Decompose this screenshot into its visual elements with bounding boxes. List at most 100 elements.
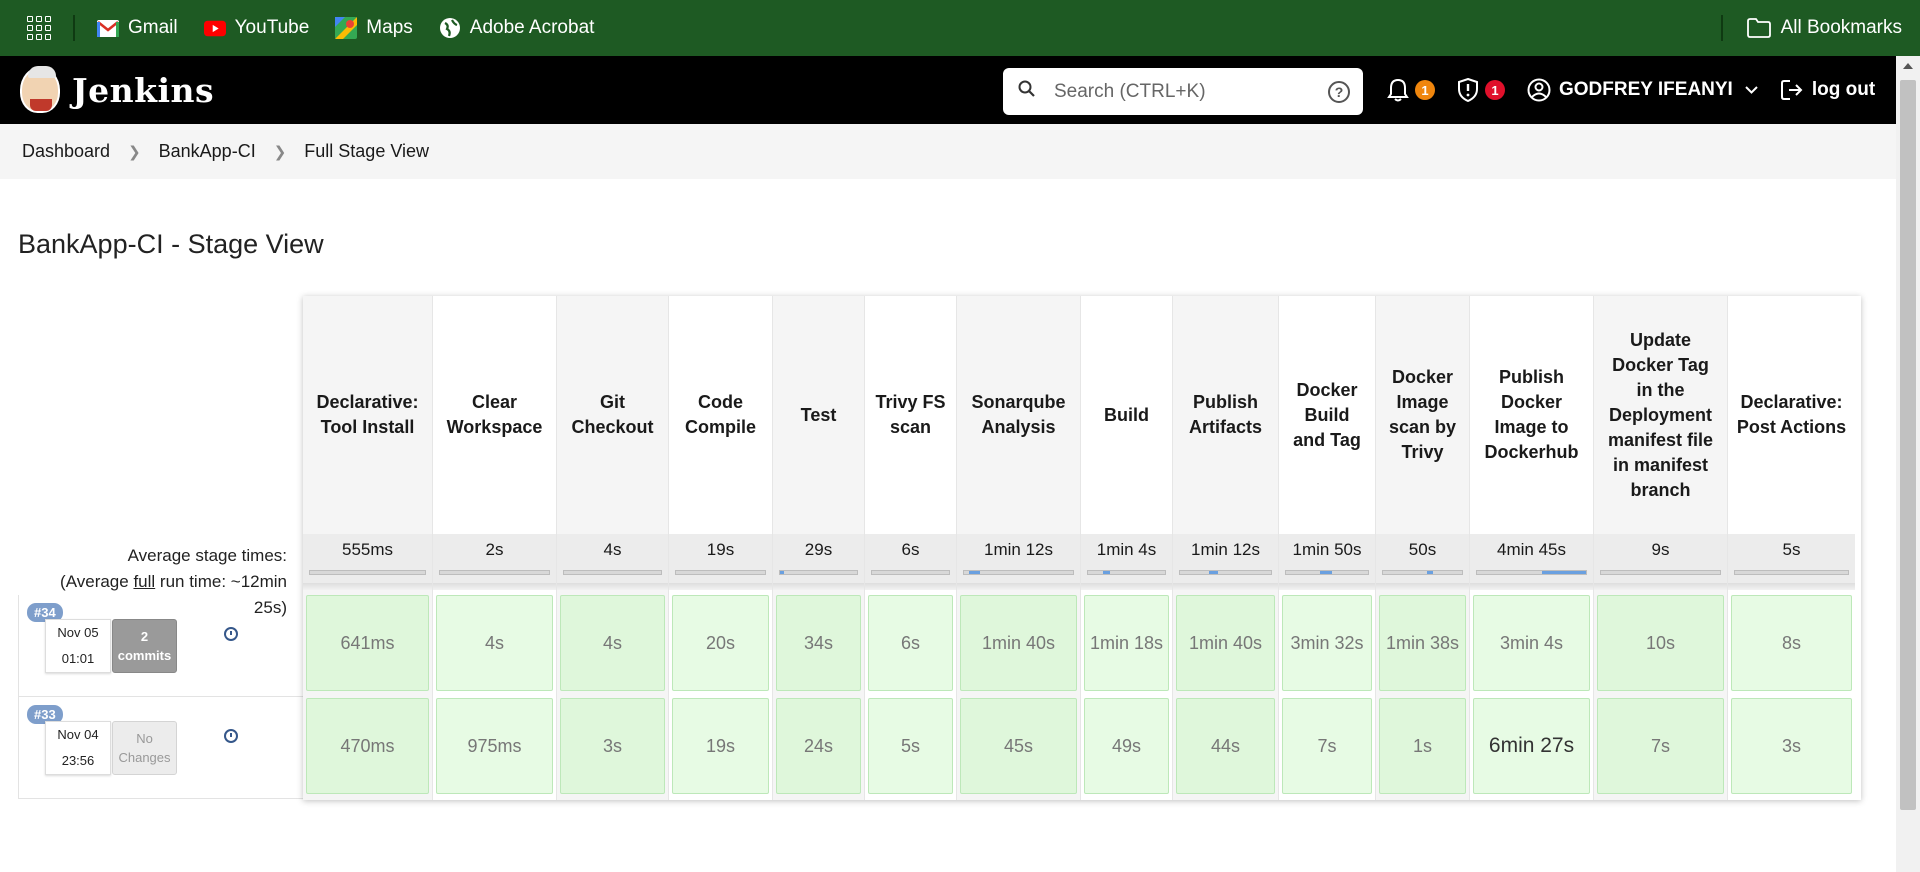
stage-average-separator (1173, 583, 1278, 590)
stage-header: Test (773, 296, 864, 534)
stage-cell[interactable]: 45s (960, 698, 1077, 794)
stage-cell[interactable]: 1s (1379, 698, 1466, 794)
breadcrumb-current[interactable]: Full Stage View (304, 141, 429, 162)
security-count-badge: 1 (1485, 80, 1505, 100)
stage-average-time: 555ms (303, 534, 432, 590)
stage-cell[interactable]: 34s (776, 595, 861, 691)
stage-average-bar (1179, 570, 1272, 575)
avg-label-line1: Average stage times: (127, 546, 287, 565)
avg-label-post: run time: ~12min (155, 572, 287, 591)
stage-cell[interactable]: 24s (776, 698, 861, 794)
page-scrollbar[interactable] (1896, 56, 1920, 872)
stage-average-separator (669, 583, 772, 590)
avg-label-pre: (Average (60, 572, 134, 591)
breadcrumb-dashboard[interactable]: Dashboard (22, 141, 110, 162)
stage-average-value: 1min 12s (984, 540, 1053, 559)
logout-icon (1780, 78, 1804, 102)
jenkins-butler-icon (20, 66, 60, 113)
stage-average-bar (309, 570, 426, 575)
stage-average-separator (1470, 583, 1593, 590)
changes-button[interactable]: 2 commits (112, 619, 177, 673)
stage-average-value: 9s (1651, 540, 1670, 559)
stage-header: Git Checkout (557, 296, 668, 534)
stage-cell[interactable]: 1min 40s (960, 595, 1077, 691)
full-run-link[interactable]: full (133, 572, 155, 591)
stage-column: Test 29s 34s 24s (773, 296, 865, 800)
stage-cell[interactable]: 3s (1731, 698, 1852, 794)
stage-column: Sonarqube Analysis 1min 12s 1min 40s 45s (957, 296, 1081, 800)
stage-average-bar (1734, 570, 1849, 575)
security-button[interactable]: 1 (1457, 78, 1505, 102)
bookmarks-divider (1720, 15, 1723, 41)
stage-average-value: 4min 45s (1497, 540, 1566, 559)
stage-column: Code Compile 19s 20s 19s (669, 296, 773, 800)
build-status-icon[interactable] (224, 627, 238, 641)
build-status-icon[interactable] (224, 729, 238, 743)
stage-header: Code Compile (669, 296, 772, 534)
breadcrumb-job[interactable]: BankApp-CI (159, 141, 256, 162)
bookmark-label: Adobe Acrobat (469, 17, 595, 38)
stage-cell[interactable]: 1min 38s (1379, 595, 1466, 691)
stage-average-bar-fill (1103, 571, 1110, 574)
changes-line1: 2 (140, 629, 149, 644)
stage-cell[interactable]: 1min 18s (1084, 595, 1169, 691)
stage-cell[interactable]: 3min 4s (1473, 595, 1590, 691)
notifications-button[interactable]: 1 (1387, 78, 1435, 102)
stage-average-value: 1min 4s (1096, 540, 1157, 559)
stage-average-time: 2s (433, 534, 556, 590)
search-box[interactable]: Search (CTRL+K) ? (1003, 68, 1363, 115)
stage-column: Declarative: Tool Install 555ms 641ms 470ms (303, 296, 433, 800)
stage-average-time: 1min 12s (957, 534, 1080, 590)
stage-cell[interactable]: 6s (868, 595, 953, 691)
all-bookmarks[interactable]: All Bookmarks (1720, 15, 1902, 41)
scroll-up-arrow-icon[interactable] (1903, 63, 1913, 69)
build-date-day: Nov 05 (57, 625, 99, 640)
changes-button[interactable]: No Changes (112, 721, 177, 775)
help-icon[interactable]: ? (1328, 80, 1350, 103)
stage-cell[interactable]: 20s (672, 595, 769, 691)
stage-cell[interactable]: 1min 40s (1176, 595, 1275, 691)
stage-cell[interactable]: 44s (1176, 698, 1275, 794)
stage-view-table: Declarative: Tool Install 555ms 641ms 470ms… (303, 296, 1861, 800)
user-name: GODFREY IFEANYI (1559, 79, 1733, 100)
shield-icon (1457, 78, 1479, 102)
stage-cell[interactable]: 7s (1282, 698, 1372, 794)
scrollbar-thumb[interactable] (1900, 80, 1916, 810)
youtube-icon (203, 17, 226, 39)
logout-button[interactable]: log out (1780, 78, 1875, 102)
stage-cell[interactable]: 470ms (306, 698, 429, 794)
search-input[interactable]: Search (CTRL+K) (1054, 81, 1206, 103)
stage-cell[interactable]: 19s (672, 698, 769, 794)
stage-column: Clear Workspace 2s 4s 975ms (433, 296, 557, 800)
build-date: Nov 05 01:01 (45, 619, 111, 673)
stage-average-separator (1279, 583, 1375, 590)
build-row[interactable]: #33 Nov 04 23:56 No Changes (18, 697, 303, 799)
stage-average-separator (865, 583, 956, 590)
stage-cell[interactable]: 641ms (306, 595, 429, 691)
stage-cell[interactable]: 4s (436, 595, 553, 691)
bookmark-adobe-acrobat[interactable]: Adobe Acrobat (439, 17, 595, 39)
changes-line2: Changes (118, 750, 171, 765)
stage-header: Trivy FS scan (865, 296, 956, 534)
stage-cell[interactable]: 7s (1597, 698, 1724, 794)
stage-cell[interactable]: 6min 27s (1473, 698, 1590, 794)
bookmark-gmail[interactable]: Gmail (97, 17, 178, 39)
bookmark-maps[interactable]: Maps (335, 17, 413, 39)
jenkins-logo[interactable]: Jenkins (20, 66, 214, 113)
stage-cell[interactable]: 3s (560, 698, 665, 794)
stage-cell[interactable]: 975ms (436, 698, 553, 794)
stage-cell[interactable]: 4s (560, 595, 665, 691)
stage-cell[interactable]: 5s (868, 698, 953, 794)
apps-grid-icon[interactable] (27, 16, 51, 40)
globe-icon (439, 17, 461, 39)
stage-cell[interactable]: 3min 32s (1282, 595, 1372, 691)
build-row[interactable]: #34 Nov 05 01:01 2 commits (18, 595, 303, 697)
stage-cell[interactable]: 10s (1597, 595, 1724, 691)
stage-cell[interactable]: 8s (1731, 595, 1852, 691)
stage-header: Declarative: Post Actions (1728, 296, 1855, 534)
user-menu[interactable]: GODFREY IFEANYI (1527, 78, 1758, 102)
stage-cell[interactable]: 49s (1084, 698, 1169, 794)
bookmarks-bar: Gmail YouTube Maps Adobe Acrobat All Boo… (0, 0, 1920, 56)
stage-header: Clear Workspace (433, 296, 556, 534)
bookmark-youtube[interactable]: YouTube (203, 17, 309, 39)
